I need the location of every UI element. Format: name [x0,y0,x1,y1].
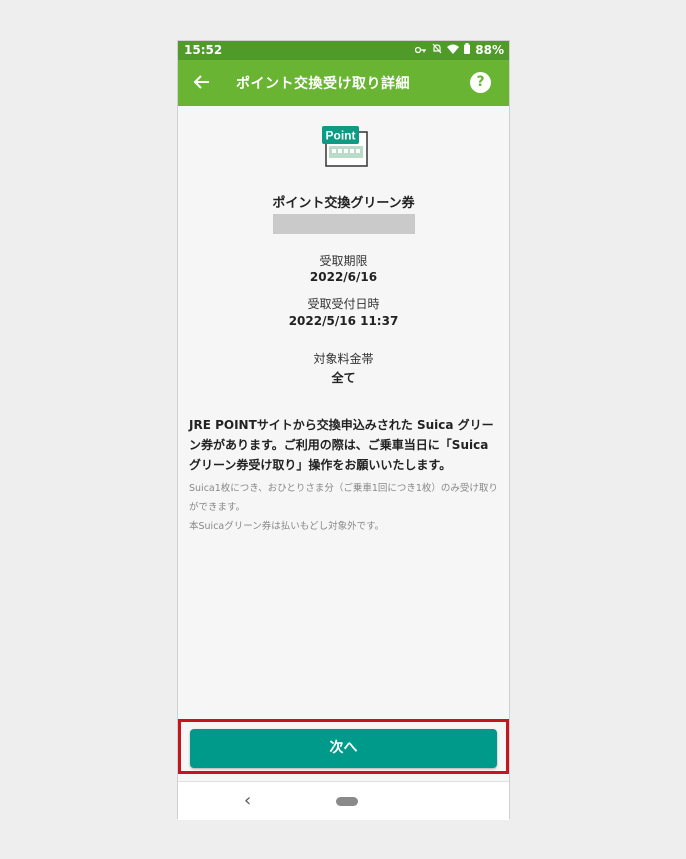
page-title: ポイント交換受け取り詳細 [236,76,410,92]
key-icon [415,44,427,57]
system-nav-bar: ‹ [178,781,509,820]
battery-percent: 88% [475,43,504,57]
status-time: 15:52 [184,43,223,57]
battery-icon [464,43,471,57]
notice-sub-1: Suica1枚につき、おひとりさま分（ご乗車1回につき1枚）のみ受け取りができま… [189,483,498,513]
field-value-expiry: 2022/6/16 [309,270,378,284]
redacted-ticket-number [273,214,415,234]
field-value-fare-band: 全て [331,371,356,385]
phone-screen: 15:52 88% ポイント交換受け取り詳細 ? Point ポイント交換グリー… [177,40,510,820]
field-label-expiry: 受取期限 [319,254,368,268]
green-ticket-icon: Point [321,126,369,168]
wifi-icon [447,44,460,57]
field-label-fare-band: 対象料金帯 [313,352,374,366]
notice-sub-2: 本Suicaグリーン券は払いもどし対象外です。 [189,521,385,532]
nav-back-icon[interactable]: ‹ [244,790,251,811]
app-bar: ポイント交換受け取り詳細 ? [178,60,509,106]
nav-home-pill[interactable] [336,797,358,806]
help-icon: ? [476,74,485,90]
status-icons: 88% [415,43,504,57]
back-button[interactable] [190,70,214,94]
arrow-left-icon [193,75,209,89]
field-label-received-at: 受取受付日時 [307,297,380,311]
help-button[interactable]: ? [470,72,491,93]
ticket-badge-text: Point [326,129,356,143]
status-bar: 15:52 88% [178,41,509,60]
next-button[interactable]: 次へ [190,729,497,768]
ticket-title: ポイント交換グリーン券 [272,196,415,211]
field-value-received-at: 2022/5/16 11:37 [288,314,399,328]
notice-main: JRE POINTサイトから交換申込みされた Suica グリーン券があります。… [189,418,494,472]
bell-off-icon [432,43,442,57]
notice-sub: Suica1枚につき、おひとりさま分（ご乗車1回につき1枚）のみ受け取りができま… [189,479,504,536]
